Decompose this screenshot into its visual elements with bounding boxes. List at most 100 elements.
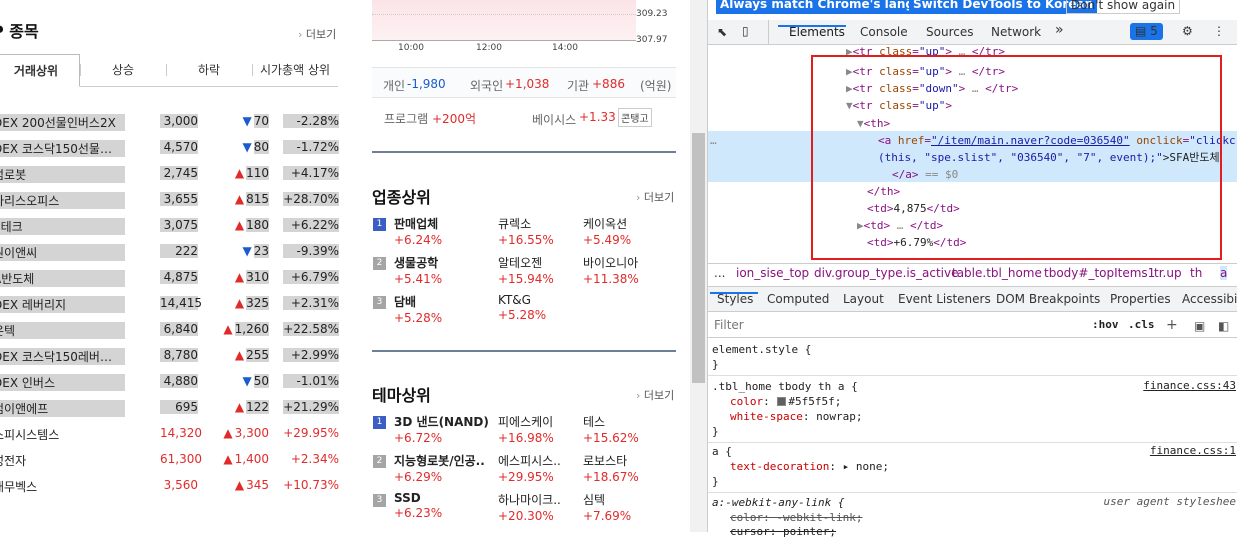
color-swatch[interactable] (777, 397, 787, 406)
tab-rising[interactable]: 상승 (80, 54, 166, 86)
breadcrumb-item[interactable]: tbody#_topItems1 (1044, 266, 1155, 280)
stock-name[interactable]: DEX 200선물인버스2X (0, 114, 125, 131)
stock-name[interactable]: 성전자 (0, 452, 125, 469)
stock-name[interactable]: DEX 인버스 (0, 374, 125, 391)
stock-name[interactable]: DEX 코스닥150선물… (0, 140, 125, 157)
stock-name[interactable]: 럼로봇 (0, 166, 125, 183)
rank-item-name[interactable]: 담배 (394, 293, 442, 310)
rank-item-name[interactable]: 에스피시스.. (498, 452, 561, 469)
rank-item-name[interactable]: 알테오젠 (498, 254, 554, 271)
tab-console[interactable]: Console (860, 25, 908, 39)
device-toolbar-icon[interactable]: ▯ (742, 24, 749, 38)
tab-network[interactable]: Network (991, 25, 1041, 39)
settings-gear-icon[interactable]: ⚙ (1182, 24, 1193, 38)
industry-more-link[interactable]: 더보기 (636, 189, 674, 205)
breadcrumb-item[interactable]: div.group_type.is_active (814, 266, 958, 280)
rule-source-link[interactable]: finance.css:43 (1143, 379, 1236, 392)
table-row[interactable]: 스피시스템스14,320▲3,300+29.95% (0, 420, 345, 446)
rank-item[interactable]: 에스피시스.. +29.95% (498, 452, 561, 484)
breadcrumb-item[interactable]: a (1220, 266, 1228, 280)
rank-item[interactable]: 생물공학 +5.41% (394, 254, 442, 286)
table-row[interactable]: 원이앤씨 222 ▼23 -9.39% (0, 238, 345, 264)
stock-name[interactable]: DEX 코스닥150레버… (0, 348, 125, 365)
breadcrumb-item[interactable]: tr.up (1154, 266, 1182, 280)
rank-item[interactable]: 판매업체 +6.24% (394, 215, 442, 247)
rank-item[interactable]: 케이옥션 +5.49% (583, 215, 631, 247)
rank-item[interactable]: 로보스타 +18.67% (583, 452, 639, 484)
tab-sources[interactable]: Sources (926, 25, 973, 39)
table-row[interactable]: 라리스오피스 3,655 ▲815 +28.70% (0, 186, 345, 212)
rank-item[interactable]: 지능형로봇/인공.. +6.29% (394, 452, 485, 484)
issues-badge[interactable]: ▤ 5 (1130, 23, 1163, 40)
breadcrumb-item[interactable]: table.tbl_home (952, 266, 1042, 280)
dont-show-again-button[interactable]: Don't show again (1066, 0, 1181, 14)
rank-item[interactable]: 하나마이크.. +20.30% (498, 491, 561, 523)
tab-falling[interactable]: 하락 (166, 54, 252, 86)
rank-item[interactable]: 담배 +5.28% (394, 293, 442, 325)
rank-item-name[interactable]: 테스 (583, 413, 639, 430)
rank-item-name[interactable]: 피에스케이 (498, 413, 554, 430)
rank-item-name[interactable]: 큐렉소 (498, 215, 554, 232)
breadcrumb-item[interactable]: ion_sise_top (736, 266, 809, 280)
stock-name[interactable]: DEX 레버리지 (0, 296, 125, 313)
styles-tab-dom-breakpoints[interactable]: DOM Breakpoints (996, 292, 1100, 306)
rank-item-name[interactable]: 3D 낸드(NAND) (394, 413, 489, 430)
cls-toggle[interactable]: .cls (1128, 318, 1155, 331)
styles-tab-event-listeners[interactable]: Event Listeners (898, 292, 991, 306)
more-tabs-icon[interactable]: » (1055, 22, 1064, 38)
rank-item[interactable]: 3D 낸드(NAND) +6.72% (394, 413, 489, 445)
table-row[interactable]: DEX 인버스 4,880 ▼50 -1.01% (0, 368, 345, 394)
table-row[interactable]: 온텍 6,840 ▲1,260 +22.58% (0, 316, 345, 342)
rank-item-name[interactable]: 판매업체 (394, 215, 442, 232)
scrollbar-thumb[interactable] (692, 133, 705, 383)
rule-source-link[interactable]: finance.css:1 (1150, 444, 1236, 457)
stock-name[interactable]: 덤이앤에프 (0, 400, 125, 417)
breadcrumb-item[interactable]: th (1190, 266, 1202, 280)
rank-item-name[interactable]: 로보스타 (583, 452, 639, 469)
tab-trading-volume[interactable]: 거래상위 (0, 54, 80, 87)
inspect-element-icon[interactable]: ⬉ (717, 25, 727, 39)
table-row[interactable]: DEX 코스닥150선물… 4,570 ▼ 80 -1.72% (0, 134, 345, 160)
stock-name[interactable]: A반도체 (0, 270, 125, 287)
rank-item-name[interactable]: SSD (394, 491, 442, 505)
table-row[interactable]: DEX 코스닥150레버… 8,780 ▲ 255 +2.99% (0, 342, 345, 368)
rank-item[interactable]: 피에스케이 +16.98% (498, 413, 554, 445)
rank-item[interactable]: KT&G +5.28% (498, 293, 546, 322)
styles-tab-computed[interactable]: Computed (767, 292, 829, 306)
rank-item[interactable]: 심텍 +7.69% (583, 491, 631, 523)
rank-item[interactable]: 바이오니아 +11.38% (583, 254, 639, 286)
table-row[interactable]: S테크 3,075 ▲180 +6.22% (0, 212, 345, 238)
stock-name[interactable]: 온텍 (0, 322, 125, 339)
table-row[interactable]: 대무벡스 3,560 ▲345 +10.73% (0, 472, 345, 498)
table-row[interactable]: A반도체 4,875 ▲310 +6.79% (0, 264, 345, 290)
hov-toggle[interactable]: :hov (1092, 318, 1119, 331)
styles-tab-accessibili[interactable]: Accessibili (1182, 292, 1237, 306)
rank-item[interactable]: 알테오젠 +15.94% (498, 254, 554, 286)
rank-item-name[interactable]: 심텍 (583, 491, 631, 508)
tab-market-cap[interactable]: 시가총액 상위 (252, 54, 338, 86)
stock-name[interactable]: 원이앤씨 (0, 244, 125, 261)
stock-name[interactable]: 스피시스템스 (0, 426, 125, 443)
stock-name[interactable]: 대무벡스 (0, 478, 125, 495)
tab-elements[interactable]: Elements (789, 25, 845, 39)
styles-tab-styles[interactable]: Styles (717, 292, 753, 306)
table-row[interactable]: 덤이앤에프 695 ▲122 +21.29% (0, 394, 345, 420)
breadcrumb-item[interactable]: ... (714, 266, 725, 280)
rank-item-name[interactable]: 지능형로봇/인공.. (394, 452, 485, 469)
kebab-menu-icon[interactable]: ⋮ (1213, 24, 1225, 38)
rank-item-name[interactable]: KT&G (498, 293, 546, 307)
rank-item-name[interactable]: 케이옥션 (583, 215, 631, 232)
table-row[interactable]: DEX 200선물인버스2X 3,000 ▼ 70 -2.28% (0, 108, 345, 134)
theme-more-link[interactable]: 더보기 (636, 387, 674, 403)
color-format-icon[interactable]: ▣ (1194, 319, 1205, 333)
toggle-sidebar-icon[interactable]: ◧ (1218, 319, 1229, 333)
rank-item[interactable]: SSD +6.23% (394, 491, 442, 520)
table-row[interactable]: DEX 레버리지 14,415 ▲ 325 +2.31% (0, 290, 345, 316)
add-rule-icon[interactable]: + (1166, 318, 1178, 332)
styles-tab-properties[interactable]: Properties (1110, 292, 1171, 306)
table-row[interactable]: 럼로봇 2,745 ▲110 +4.17% (0, 160, 345, 186)
rank-item-name[interactable]: 하나마이크.. (498, 491, 561, 508)
styles-tab-layout[interactable]: Layout (843, 292, 884, 306)
rank-item[interactable]: 테스 +15.62% (583, 413, 639, 445)
stock-name[interactable]: S테크 (0, 218, 125, 235)
